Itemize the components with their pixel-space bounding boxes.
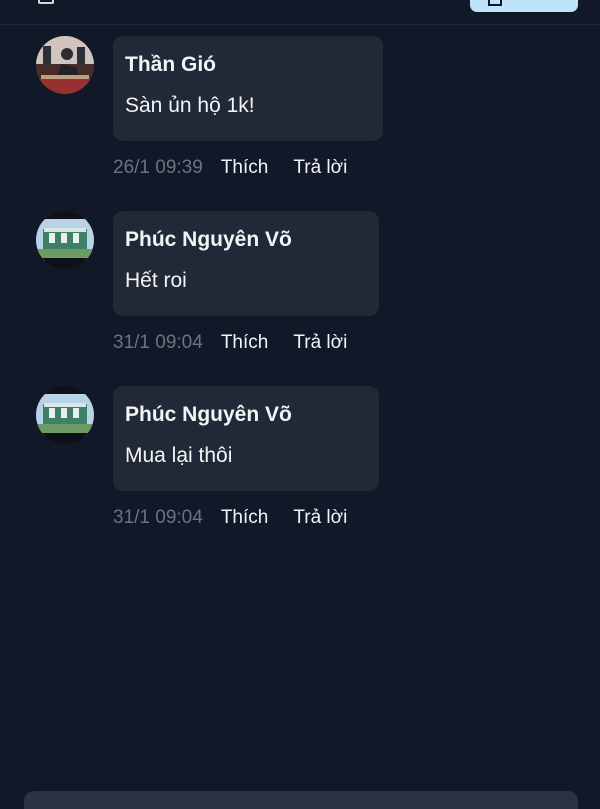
reply-button[interactable]: Trả lời xyxy=(293,332,347,354)
avatar[interactable] xyxy=(36,36,94,94)
person-photo-icon xyxy=(36,36,94,94)
comment-author[interactable]: Thần Gió xyxy=(125,52,371,78)
comment-author[interactable]: Phúc Nguyên Võ xyxy=(125,227,367,253)
comment-message: Sàn ủn hộ 1k! xyxy=(125,94,255,117)
comment-message: Mua lại thôi xyxy=(125,444,233,467)
comment-composer[interactable] xyxy=(24,791,578,809)
header-action-button[interactable] xyxy=(470,0,578,12)
back-icon[interactable] xyxy=(38,0,54,4)
like-button[interactable]: Thích xyxy=(221,157,269,179)
comment-meta: 31/1 09:04 Thích Trả lời xyxy=(113,505,372,531)
header-fragment xyxy=(0,0,600,25)
reply-button[interactable]: Trả lời xyxy=(293,507,347,529)
avatar[interactable] xyxy=(36,211,94,269)
comment-meta: 26/1 09:39 Thích Trả lời xyxy=(113,155,372,181)
comment-timestamp: 31/1 09:04 xyxy=(113,507,203,528)
comment-timestamp: 31/1 09:04 xyxy=(113,332,203,353)
comment-timestamp: 26/1 09:39 xyxy=(113,157,203,178)
like-button[interactable]: Thích xyxy=(221,332,269,354)
like-button[interactable]: Thích xyxy=(221,507,269,529)
comment-message: Hết roi xyxy=(125,269,187,292)
comment-bubble: Thần Gió Sàn ủn hộ 1k! xyxy=(113,36,383,141)
comment-author[interactable]: Phúc Nguyên Võ xyxy=(125,402,367,428)
comment-meta: 31/1 09:04 Thích Trả lời xyxy=(113,330,372,356)
house-photo-icon xyxy=(36,211,94,269)
comment-bubble: Phúc Nguyên Võ Mua lại thôi xyxy=(113,386,379,491)
comment-bubble: Phúc Nguyên Võ Hết roi xyxy=(113,211,379,316)
house-photo-icon xyxy=(36,386,94,444)
reply-button[interactable]: Trả lời xyxy=(293,157,347,179)
avatar[interactable] xyxy=(36,386,94,444)
